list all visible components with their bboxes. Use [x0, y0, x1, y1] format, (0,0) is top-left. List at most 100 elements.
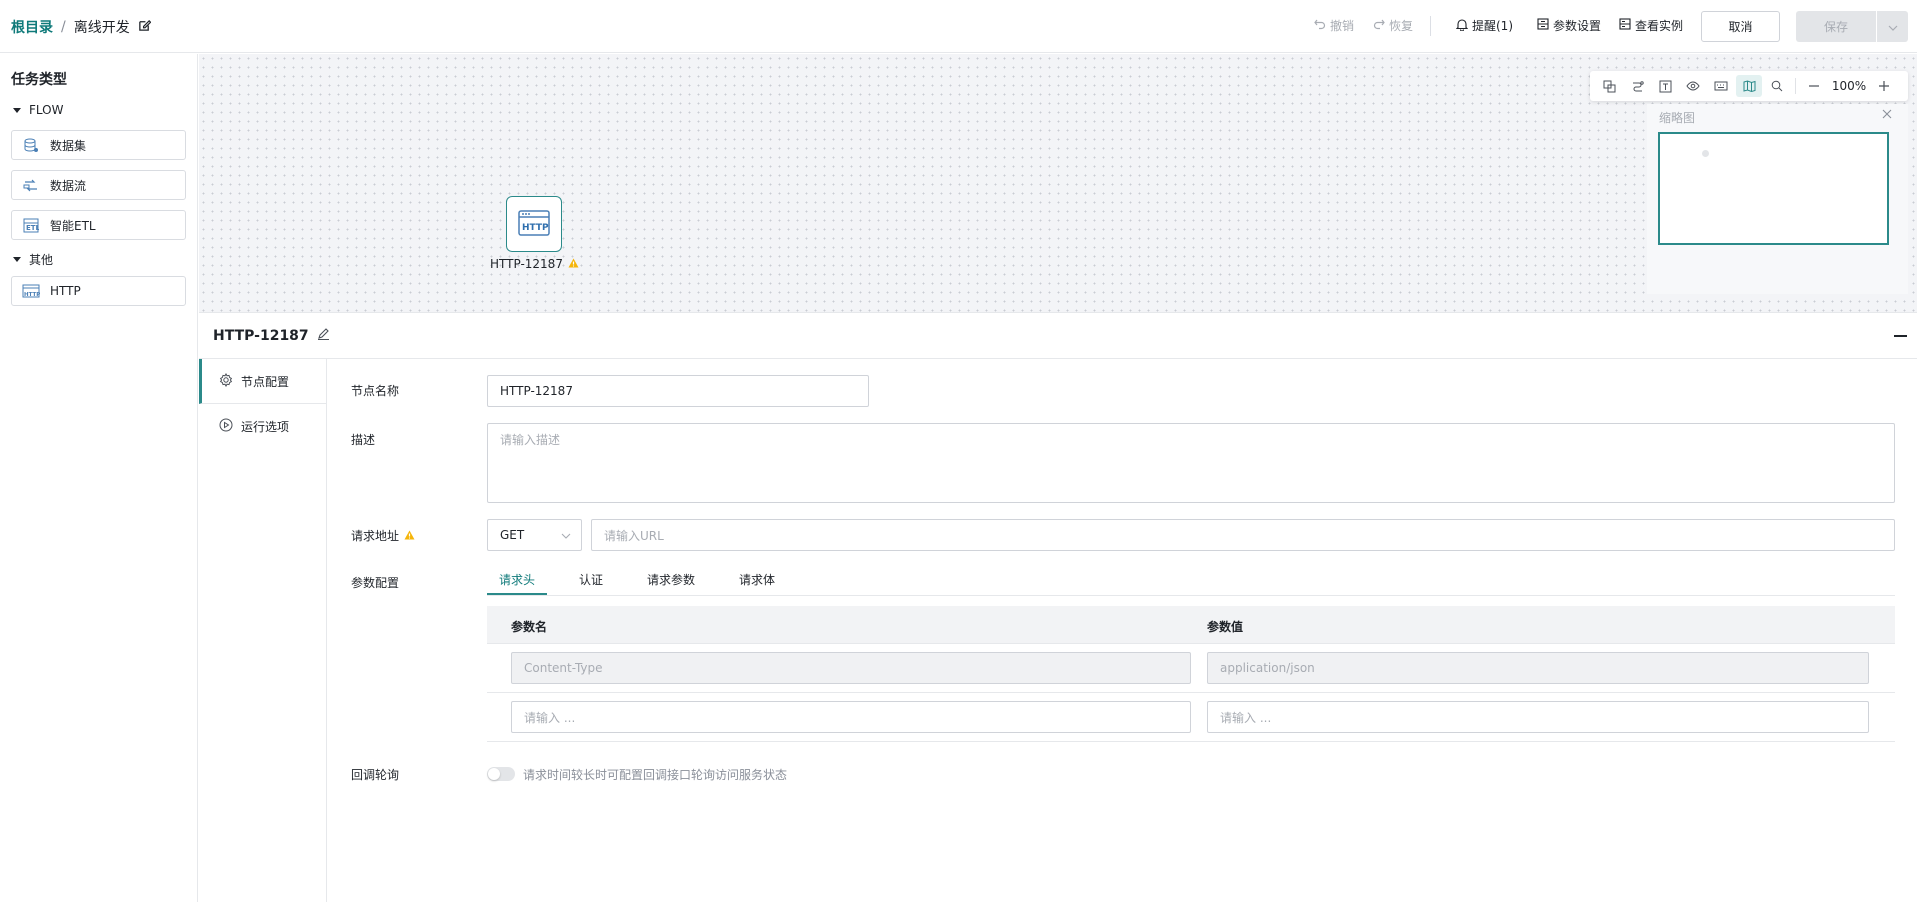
- sidebar-item-label: HTTP: [50, 284, 81, 298]
- caret-down-icon: [13, 107, 21, 113]
- close-icon[interactable]: [1882, 108, 1892, 123]
- minimap-viewport[interactable]: [1658, 132, 1889, 245]
- active-tab-indicator: [487, 593, 547, 595]
- request-url-label: 请求地址: [351, 527, 415, 544]
- select-tool-icon[interactable]: [1596, 75, 1622, 97]
- sidebar-item-http[interactable]: HTTP HTTP: [11, 276, 186, 306]
- breadcrumb: 根目录 / 离线开发: [11, 17, 152, 37]
- redo-label: 恢复: [1389, 19, 1414, 33]
- param-settings-label: 参数设置: [1553, 19, 1602, 33]
- caret-down-icon: [13, 257, 21, 262]
- chevron-down-icon[interactable]: [1877, 20, 1908, 34]
- svg-text:HTTP: HTTP: [24, 292, 40, 298]
- http-node-icon: HTTP: [518, 210, 550, 236]
- url-input[interactable]: 请输入URL: [591, 519, 1895, 551]
- tab-label: 运行选项: [241, 420, 290, 434]
- params-table-header: 参数名 参数值: [487, 606, 1895, 644]
- header-divider: [1430, 16, 1431, 36]
- undo-button[interactable]: 撤销: [1314, 17, 1354, 34]
- tab-label: 节点配置: [241, 374, 290, 389]
- new-param-value-input[interactable]: 请输入 ...: [1207, 701, 1869, 733]
- tab-request-headers[interactable]: 请求头: [499, 571, 535, 588]
- callback-polling-hint: 请求时间较长时可配置回调接口轮询访问服务状态: [523, 768, 788, 782]
- sidebar-title: 任务类型: [11, 72, 67, 88]
- svg-text:ETL: ETL: [26, 224, 39, 232]
- group-other[interactable]: 其他: [13, 251, 53, 268]
- callback-polling-toggle[interactable]: [487, 767, 515, 781]
- pencil-icon[interactable]: [317, 327, 330, 344]
- task-type-sidebar: 任务类型 FLOW 数据集 数据流 ETL 智能ETL 其他 HTTP HTTP: [0, 54, 198, 902]
- minimap-title: 缩略图: [1659, 111, 1696, 125]
- column-param-value: 参数值: [1207, 620, 1244, 634]
- http-icon: HTTP: [22, 283, 40, 299]
- undo-icon: [1314, 18, 1326, 33]
- param-config-label: 参数配置: [351, 576, 400, 590]
- breadcrumb-separator: /: [61, 19, 66, 35]
- save-label: 保存: [1823, 20, 1848, 34]
- settings-grid-icon: [1537, 18, 1549, 33]
- node-name-input[interactable]: HTTP-12187: [487, 375, 869, 407]
- edit-icon[interactable]: [138, 19, 152, 36]
- param-tabs: 请求头 认证 请求参数 请求体: [487, 566, 1895, 596]
- group-other-label: 其他: [29, 253, 54, 267]
- top-header: 根目录 / 离线开发 撤销 恢复 提醒(1) 参数设置 查看实例 取消 保存: [0, 0, 1917, 53]
- redo-button[interactable]: 恢复: [1373, 17, 1413, 34]
- tab-request-body[interactable]: 请求体: [739, 571, 775, 588]
- zoom-in-icon[interactable]: [1871, 75, 1897, 97]
- toolbar-divider: [1795, 78, 1796, 94]
- remind-label: 提醒(1): [1472, 19, 1513, 33]
- keyboard-icon[interactable]: [1708, 75, 1734, 97]
- panel-title: HTTP-12187: [213, 327, 330, 344]
- tab-node-config[interactable]: 节点配置: [199, 359, 327, 404]
- tab-auth[interactable]: 认证: [579, 571, 603, 588]
- http-node[interactable]: HTTP: [506, 196, 562, 252]
- map-icon[interactable]: [1736, 75, 1762, 97]
- group-flow[interactable]: FLOW: [13, 103, 63, 117]
- description-textarea[interactable]: 请输入描述: [487, 423, 1895, 503]
- new-param-name-input[interactable]: 请输入 ...: [511, 701, 1191, 733]
- breadcrumb-root[interactable]: 根目录: [11, 17, 53, 37]
- zoom-out-icon[interactable]: [1801, 75, 1827, 97]
- zoom-level: 100%: [1831, 79, 1867, 93]
- param-settings-button[interactable]: 参数设置: [1537, 17, 1601, 34]
- http-node-icon-text: HTTP: [522, 223, 549, 233]
- cancel-button[interactable]: 取消: [1701, 11, 1780, 42]
- view-instances-label: 查看实例: [1635, 19, 1684, 33]
- sidebar-item-label: 数据集: [50, 138, 87, 153]
- minimap: 缩略图: [1647, 104, 1908, 294]
- sidebar-item-label: 智能ETL: [50, 218, 96, 233]
- method-select[interactable]: GET: [487, 519, 582, 551]
- minimize-icon[interactable]: [1894, 335, 1907, 337]
- text-icon[interactable]: [1652, 75, 1678, 97]
- tab-run-options[interactable]: 运行选项: [199, 404, 327, 449]
- group-flow-label: FLOW: [29, 103, 64, 117]
- sidebar-item-dataflow[interactable]: 数据流: [11, 170, 186, 200]
- minimap-node: [1702, 150, 1709, 157]
- view-instances-button[interactable]: 查看实例: [1619, 17, 1683, 34]
- save-button[interactable]: 保存: [1796, 11, 1908, 42]
- table-row: Content-Type application/json: [487, 644, 1895, 693]
- sidebar-item-smart-etl[interactable]: ETL 智能ETL: [11, 210, 186, 240]
- flow-canvas[interactable]: HTTP HTTP-12187 100% 缩略图: [199, 54, 1917, 313]
- remind-button[interactable]: 提醒(1): [1455, 17, 1513, 34]
- warning-icon: [568, 257, 579, 271]
- search-icon[interactable]: [1764, 75, 1790, 97]
- toggle-knob: [488, 768, 500, 780]
- node-name-label: 节点名称: [351, 384, 400, 398]
- warning-icon: [404, 529, 415, 543]
- dataset-icon: [22, 137, 40, 153]
- layout-icon[interactable]: [1624, 75, 1650, 97]
- node-label: HTTP-12187: [490, 257, 579, 271]
- dataflow-icon: [22, 177, 40, 193]
- undo-label: 撤销: [1330, 19, 1355, 33]
- param-value-input: application/json: [1207, 652, 1869, 684]
- etl-icon: ETL: [22, 217, 40, 233]
- node-label-text: HTTP-12187: [490, 257, 563, 271]
- sidebar-item-dataset[interactable]: 数据集: [11, 130, 186, 160]
- tab-request-params[interactable]: 请求参数: [647, 571, 695, 588]
- eye-icon[interactable]: [1680, 75, 1706, 97]
- column-param-name: 参数名: [511, 620, 548, 634]
- description-label: 描述: [351, 433, 376, 447]
- panel-tabs: 节点配置 运行选项: [199, 359, 327, 902]
- breadcrumb-current: 离线开发: [73, 20, 130, 36]
